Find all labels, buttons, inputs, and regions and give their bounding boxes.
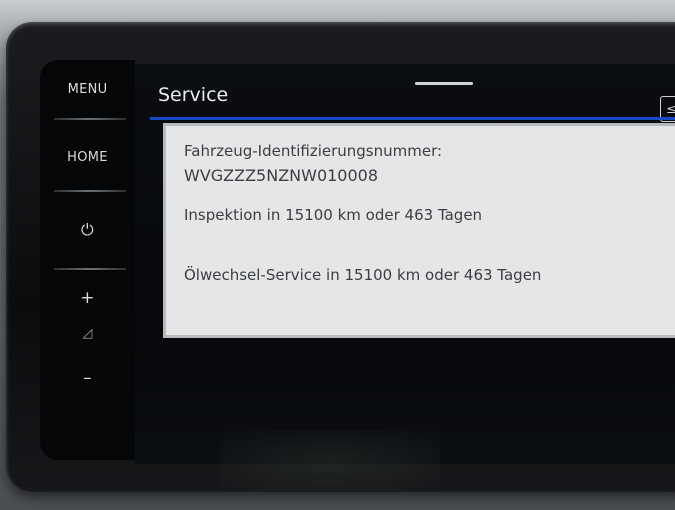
volume-down-button[interactable]: – (40, 368, 135, 388)
volume-up-button[interactable]: + (40, 288, 135, 308)
photo-scene: MENU HOME ⏻ + ◿ – Service ≤ Fahrzeug-Ide… (0, 0, 675, 510)
separator (54, 118, 126, 120)
menu-button[interactable]: MENU (40, 82, 135, 97)
screen-glare (220, 430, 440, 490)
separator (54, 190, 126, 192)
vin-value: WVGZZZ5NZNW010008 (184, 166, 379, 185)
inspection-text: Inspektion in 15100 km oder 463 Tagen (184, 206, 483, 224)
service-info-card: Fahrzeug-Identifizierungsnummer: WVGZZZ5… (163, 123, 675, 338)
power-icon[interactable]: ⏻ (40, 220, 135, 240)
pull-down-handle[interactable] (415, 82, 473, 85)
oil-service-text: Ölwechsel-Service in 15100 km oder 463 T… (184, 266, 542, 284)
hardware-side-panel: MENU HOME ⏻ + ◿ – (40, 60, 135, 460)
header-accent-line (150, 117, 675, 120)
separator (54, 268, 126, 270)
home-button[interactable]: HOME (40, 150, 135, 165)
vin-label: Fahrzeug-Identifizierungsnummer: (184, 142, 443, 160)
volume-icon: ◿ (82, 326, 93, 341)
page-title: Service (158, 84, 229, 106)
